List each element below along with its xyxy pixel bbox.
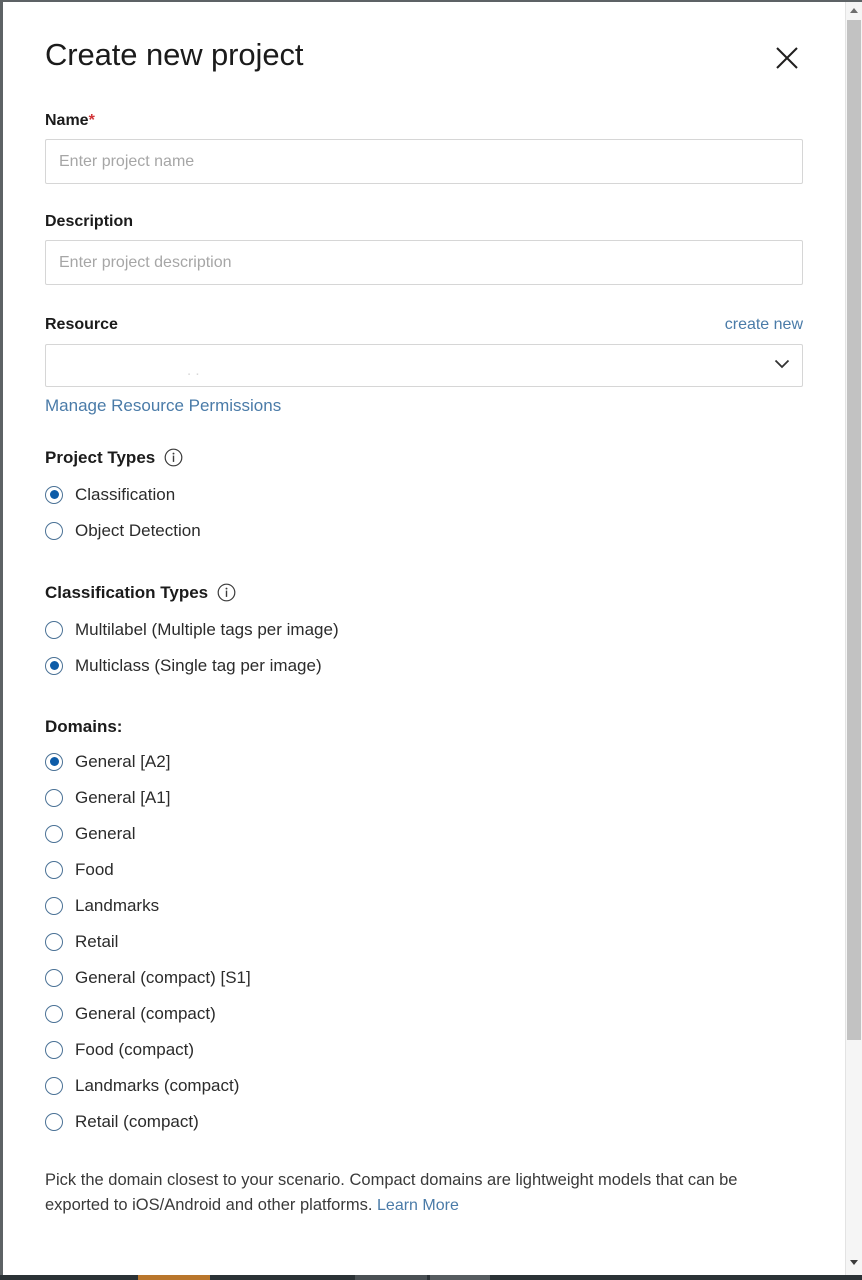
required-asterisk: * bbox=[89, 112, 95, 129]
create-new-project-dialog-screen: Create new project Name* Description bbox=[0, 0, 862, 1280]
scroll-up-arrow-icon[interactable] bbox=[846, 2, 862, 19]
radio-label: Retail (compact) bbox=[75, 1113, 199, 1130]
radio-indicator bbox=[45, 897, 63, 915]
radio-option-landmarks-compact[interactable]: Landmarks (compact) bbox=[45, 1068, 803, 1104]
taskbar-segment-one bbox=[355, 1275, 427, 1280]
radio-option-food-compact[interactable]: Food (compact) bbox=[45, 1032, 803, 1068]
radio-indicator bbox=[45, 753, 63, 771]
name-field-group: Name* bbox=[45, 111, 803, 184]
dialog-header: Create new project bbox=[45, 36, 803, 78]
radio-label: Multiclass (Single tag per image) bbox=[75, 657, 322, 674]
radio-label: Food (compact) bbox=[75, 1041, 194, 1058]
vertical-scrollbar[interactable] bbox=[845, 2, 862, 1275]
radio-label: Retail bbox=[75, 933, 118, 950]
radio-option-food[interactable]: Food bbox=[45, 852, 803, 888]
radio-indicator bbox=[45, 1041, 63, 1059]
radio-option-general-compact-s1[interactable]: General (compact) [S1] bbox=[45, 960, 803, 996]
scroll-down-arrow-icon[interactable] bbox=[846, 1254, 862, 1271]
resource-field-group: Resource create new . . Manage Resource … bbox=[45, 315, 803, 415]
radio-label: General [A1] bbox=[75, 789, 170, 806]
create-new-resource-link[interactable]: create new bbox=[725, 316, 803, 334]
project-types-heading-text: Project Types bbox=[45, 448, 155, 468]
radio-option-object-detection[interactable]: Object Detection bbox=[45, 513, 803, 549]
radio-indicator bbox=[45, 825, 63, 843]
radio-option-multiclass[interactable]: Multiclass (Single tag per image) bbox=[45, 648, 803, 684]
dialog-body: Create new project Name* Description bbox=[3, 2, 845, 1275]
radio-option-general-compact[interactable]: General (compact) bbox=[45, 996, 803, 1032]
domains-radio-group: General [A2] General [A1] General Food L… bbox=[45, 744, 803, 1140]
radio-label: Multilabel (Multiple tags per image) bbox=[75, 621, 339, 638]
close-icon bbox=[774, 45, 800, 71]
manage-resource-permissions-link[interactable]: Manage Resource Permissions bbox=[45, 396, 281, 416]
taskbar-accent-segment bbox=[138, 1275, 210, 1280]
name-label-text: Name bbox=[45, 112, 89, 129]
classification-types-radio-group: Multilabel (Multiple tags per image) Mul… bbox=[45, 612, 803, 684]
radio-label: General [A2] bbox=[75, 753, 170, 770]
radio-indicator bbox=[45, 486, 63, 504]
close-button[interactable] bbox=[767, 38, 807, 78]
radio-indicator bbox=[45, 969, 63, 987]
radio-label: General (compact) bbox=[75, 1005, 216, 1022]
domains-heading: Domains: bbox=[45, 717, 803, 737]
radio-indicator bbox=[45, 1113, 63, 1131]
radio-option-general[interactable]: General bbox=[45, 816, 803, 852]
resource-header-row: Resource create new bbox=[45, 315, 803, 334]
project-name-input[interactable] bbox=[45, 139, 803, 184]
name-label: Name* bbox=[45, 111, 803, 130]
description-label: Description bbox=[45, 212, 803, 231]
resource-select-value: . . bbox=[187, 366, 200, 375]
radio-option-classification[interactable]: Classification bbox=[45, 477, 803, 513]
radio-indicator bbox=[45, 861, 63, 879]
radio-option-multilabel[interactable]: Multilabel (Multiple tags per image) bbox=[45, 612, 803, 648]
radio-label: Food bbox=[75, 861, 114, 878]
radio-option-retail-compact[interactable]: Retail (compact) bbox=[45, 1104, 803, 1140]
radio-option-retail[interactable]: Retail bbox=[45, 924, 803, 960]
radio-indicator bbox=[45, 621, 63, 639]
radio-indicator bbox=[45, 789, 63, 807]
page-title: Create new project bbox=[45, 36, 303, 72]
classification-types-heading: Classification Types bbox=[45, 583, 803, 603]
radio-label: Landmarks bbox=[75, 897, 159, 914]
project-types-radio-group: Classification Object Detection bbox=[45, 477, 803, 549]
radio-label: General bbox=[75, 825, 135, 842]
resource-select[interactable]: . . bbox=[45, 344, 803, 387]
taskbar-segment-two bbox=[430, 1275, 490, 1280]
radio-indicator bbox=[45, 933, 63, 951]
learn-more-link[interactable]: Learn More bbox=[377, 1197, 459, 1214]
radio-option-general-a1[interactable]: General [A1] bbox=[45, 780, 803, 816]
resource-select-wrapper: . . bbox=[45, 344, 803, 387]
project-description-input[interactable] bbox=[45, 240, 803, 285]
radio-label: Classification bbox=[75, 486, 175, 503]
radio-label: Object Detection bbox=[75, 522, 201, 539]
description-field-group: Description bbox=[45, 212, 803, 285]
project-types-heading: Project Types bbox=[45, 448, 803, 468]
radio-indicator bbox=[45, 522, 63, 540]
radio-indicator bbox=[45, 1077, 63, 1095]
domains-help-text: Pick the domain closest to your scenario… bbox=[45, 1168, 785, 1219]
info-icon[interactable] bbox=[164, 448, 183, 467]
radio-indicator bbox=[45, 1005, 63, 1023]
radio-option-landmarks[interactable]: Landmarks bbox=[45, 888, 803, 924]
radio-label: Landmarks (compact) bbox=[75, 1077, 239, 1094]
resource-label: Resource bbox=[45, 315, 118, 334]
scrollbar-thumb[interactable] bbox=[847, 20, 861, 1040]
info-icon[interactable] bbox=[217, 583, 236, 602]
radio-option-general-a2[interactable]: General [A2] bbox=[45, 744, 803, 780]
classification-types-heading-text: Classification Types bbox=[45, 583, 208, 603]
radio-indicator bbox=[45, 657, 63, 675]
radio-label: General (compact) [S1] bbox=[75, 969, 251, 986]
